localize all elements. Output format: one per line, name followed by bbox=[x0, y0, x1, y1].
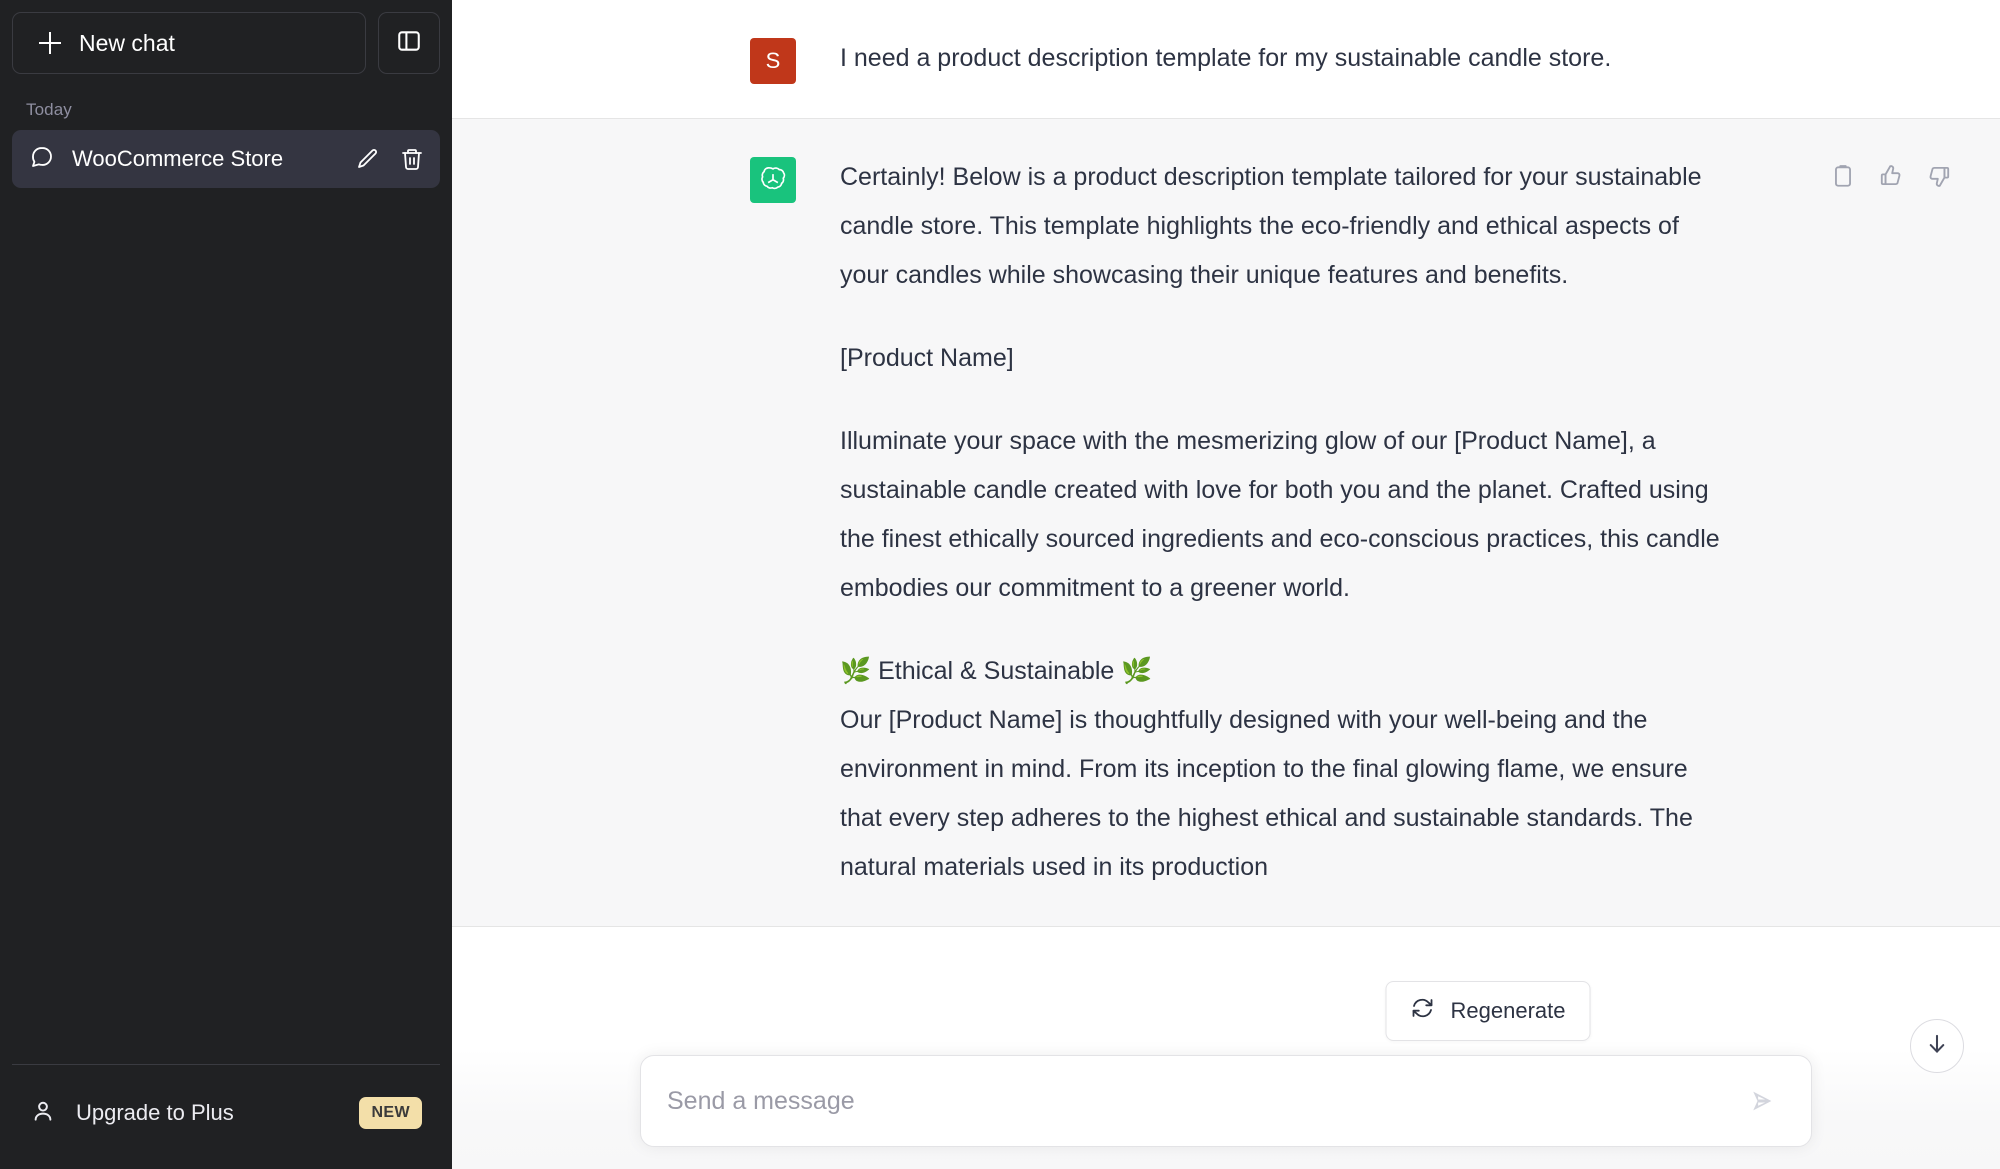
sidebar: New chat Today WooCommerce Store Upgrade… bbox=[0, 0, 452, 1169]
assistant-message: Certainly! Below is a product descriptio… bbox=[452, 118, 2000, 1169]
openai-logo-icon bbox=[761, 167, 786, 190]
thumbs-up-icon[interactable] bbox=[1878, 163, 1904, 194]
scroll-to-bottom-button[interactable] bbox=[1910, 1019, 1964, 1073]
message-thread: S I need a product description template … bbox=[452, 0, 2000, 1169]
main-content: S I need a product description template … bbox=[452, 0, 2000, 1169]
new-chat-button[interactable]: New chat bbox=[12, 12, 366, 74]
message-composer bbox=[640, 1055, 1812, 1147]
message-input[interactable] bbox=[667, 1086, 1741, 1116]
upgrade-label: Upgrade to Plus bbox=[76, 1100, 234, 1125]
copy-icon[interactable] bbox=[1830, 163, 1856, 194]
avatar: S bbox=[750, 38, 796, 84]
sidebar-header: New chat bbox=[12, 12, 440, 74]
regenerate-button[interactable]: Regenerate bbox=[1385, 981, 1591, 1041]
sidebar-footer: Upgrade to Plus NEW bbox=[12, 1064, 440, 1169]
assistant-message-inner: Certainly! Below is a product descriptio… bbox=[690, 153, 1950, 892]
delete-icon[interactable] bbox=[400, 147, 424, 171]
regenerate-label: Regenerate bbox=[1450, 998, 1566, 1023]
sidebar-toggle-button[interactable] bbox=[378, 12, 440, 74]
user-icon bbox=[30, 1098, 56, 1129]
assistant-paragraph-illuminate: Illuminate your space with the mesmerizi… bbox=[840, 427, 1720, 602]
assistant-section-body: Our [Product Name] is thoughtfully desig… bbox=[840, 706, 1693, 881]
new-badge: NEW bbox=[359, 1097, 422, 1129]
user-message-text: I need a product description template fo… bbox=[840, 44, 1612, 72]
thumbs-down-icon[interactable] bbox=[1926, 163, 1952, 194]
panel-toggle-icon bbox=[396, 28, 422, 59]
sidebar-section-label: Today bbox=[26, 100, 72, 119]
send-button[interactable] bbox=[1741, 1080, 1783, 1122]
new-chat-label: New chat bbox=[79, 29, 175, 56]
user-message-inner: S I need a product description template … bbox=[690, 34, 1762, 84]
assistant-section-heading: 🌿 Ethical & Sustainable 🌿 bbox=[840, 657, 1153, 685]
refresh-icon bbox=[1411, 996, 1435, 1026]
arrow-down-icon bbox=[1924, 1031, 1950, 1062]
upgrade-to-plus-button[interactable]: Upgrade to Plus NEW bbox=[18, 1087, 434, 1139]
plus-icon bbox=[39, 32, 61, 54]
chatgpt-app: New chat Today WooCommerce Store Upgrade… bbox=[0, 0, 2000, 1169]
sidebar-item-label: WooCommerce Store bbox=[72, 146, 284, 171]
edit-icon[interactable] bbox=[356, 147, 380, 171]
chat-item-actions bbox=[356, 147, 424, 171]
avatar bbox=[750, 157, 796, 203]
chat-bubble-icon bbox=[30, 145, 54, 174]
send-icon bbox=[1753, 1091, 1772, 1111]
message-action-bar bbox=[1830, 163, 1952, 194]
sidebar-item-woocommerce-store[interactable]: WooCommerce Store bbox=[12, 130, 440, 188]
assistant-paragraph-product-name: [Product Name] bbox=[840, 344, 1014, 372]
assistant-paragraph-intro: Certainly! Below is a product descriptio… bbox=[840, 163, 1702, 289]
assistant-message-text: Certainly! Below is a product descriptio… bbox=[840, 153, 1720, 892]
user-message: S I need a product description template … bbox=[452, 0, 2000, 118]
